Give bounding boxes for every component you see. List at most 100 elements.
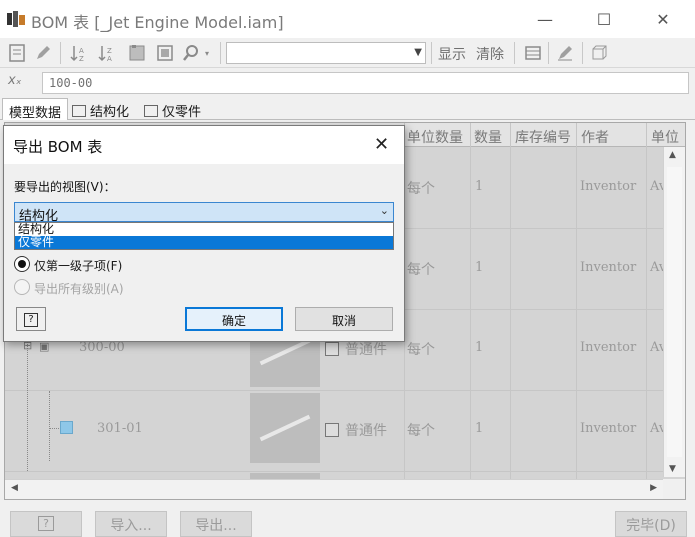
all-levels-label: 导出所有级别(A): [34, 282, 124, 296]
svg-text:Z: Z: [79, 55, 84, 62]
part-number-bar: xₓ 100-00: [0, 68, 695, 98]
svg-text:A: A: [79, 47, 84, 55]
scroll-left-icon[interactable]: ◀: [11, 483, 18, 493]
tab-parts-only[interactable]: 仅零件: [138, 98, 207, 120]
view-option-parts-only[interactable]: 仅零件: [15, 236, 393, 249]
columns-icon[interactable]: [126, 42, 148, 64]
window-title: BOM 表 [_Jet Engine Model.iam]: [31, 13, 284, 32]
toolbar-separator: [514, 42, 515, 64]
maximize-button[interactable]: ☐: [574, 0, 634, 38]
dialog-help-button[interactable]: ?: [16, 307, 46, 331]
view-dropdown-list: 结构化 仅零件: [14, 222, 394, 250]
item-number-cell: 300-00: [79, 340, 125, 355]
vertical-scrollbar[interactable]: ▲ ▼: [663, 147, 685, 477]
tree-line: [49, 391, 50, 461]
column-header[interactable]: 单位: [651, 127, 679, 147]
show-button[interactable]: 显示: [438, 44, 466, 64]
first-level-label: 仅第一级子项(F): [34, 259, 123, 273]
scroll-up-icon[interactable]: ▲: [669, 150, 676, 160]
unit-qty-cell: 每个: [407, 181, 435, 197]
column-header[interactable]: 作者: [581, 127, 609, 147]
parts-only-icon: [144, 105, 158, 117]
dialog-title-bar: 导出 BOM 表 ✕: [4, 126, 404, 164]
filter-combo[interactable]: ▼: [226, 42, 426, 64]
bom-type-cell: 普通件: [325, 339, 387, 359]
part-number-field[interactable]: 100-00: [42, 72, 689, 94]
column-divider: [510, 123, 511, 499]
qty-cell: 1: [475, 260, 484, 275]
tab-structured[interactable]: 结构化: [66, 98, 135, 120]
import-button[interactable]: 导入...: [95, 511, 167, 537]
first-level-radio[interactable]: [14, 256, 30, 272]
minimize-button[interactable]: —: [515, 0, 575, 38]
cancel-button[interactable]: 取消: [295, 307, 393, 331]
part-thumbnail: [250, 393, 320, 463]
clear-button[interactable]: 清除: [476, 44, 504, 64]
svg-text:A: A: [107, 55, 112, 62]
dialog-title: 导出 BOM 表: [13, 138, 103, 156]
close-icon[interactable]: ✕: [374, 134, 389, 155]
close-button[interactable]: ✕: [633, 0, 693, 38]
horizontal-scrollbar[interactable]: ◀ ▶: [5, 479, 663, 499]
part-icon: [60, 421, 73, 434]
column-header[interactable]: 库存编号: [515, 127, 571, 147]
done-button[interactable]: 完毕(D): [615, 511, 687, 537]
toolbar-separator: [220, 42, 221, 64]
ok-button[interactable]: 确定: [185, 307, 283, 331]
tab-label: 结构化: [90, 105, 130, 120]
help-icon: ?: [24, 313, 38, 327]
cube-icon[interactable]: [588, 42, 610, 64]
tree-line: [49, 428, 59, 429]
table-icon[interactable]: [522, 42, 544, 64]
view-option-structured[interactable]: 结构化: [15, 223, 393, 236]
export-icon[interactable]: [154, 42, 176, 64]
scroll-thumb[interactable]: [667, 167, 682, 457]
all-levels-radio[interactable]: [14, 279, 30, 295]
column-divider: [646, 123, 647, 499]
tab-label: 模型数据: [9, 106, 62, 121]
author-cell: Inventor: [580, 179, 637, 194]
help-button[interactable]: ?: [10, 511, 82, 537]
part-type-icon: [325, 342, 339, 356]
scroll-down-icon[interactable]: ▼: [669, 464, 676, 474]
svg-text:Z: Z: [107, 47, 112, 55]
unit-qty-cell: 每个: [407, 342, 435, 358]
expression-icon: xₓ: [8, 73, 22, 88]
bom-tabs: 模型数据 结构化 仅零件: [0, 98, 695, 121]
edit-properties-icon[interactable]: [554, 42, 576, 64]
scroll-right-icon[interactable]: ▶: [650, 483, 657, 493]
item-number-cell: 301-01: [97, 421, 143, 436]
qty-cell: 1: [475, 179, 484, 194]
toolbar-separator: [60, 42, 61, 64]
bom-icon[interactable]: [6, 42, 28, 64]
bom-app-icon: [7, 11, 25, 27]
shaft-preview: [259, 338, 311, 366]
help-icon: ?: [38, 516, 54, 531]
export-button[interactable]: 导出...: [180, 511, 252, 537]
qty-cell: 1: [475, 421, 484, 436]
edit-icon[interactable]: [32, 42, 54, 64]
sort-descending-icon[interactable]: ZA: [96, 42, 118, 64]
dropdown-arrow-icon[interactable]: ▾: [201, 42, 213, 64]
bom-window: BOM 表 [_Jet Engine Model.iam] — ☐ ✕ AZ Z…: [0, 0, 695, 537]
row-divider: [5, 471, 665, 472]
scrollbar-corner: [663, 479, 685, 499]
shaft-preview: [259, 414, 311, 442]
title-bar: BOM 表 [_Jet Engine Model.iam] — ☐ ✕: [0, 0, 695, 38]
author-cell: Inventor: [580, 340, 637, 355]
search-icon[interactable]: [180, 42, 202, 64]
sort-ascending-icon[interactable]: AZ: [68, 42, 90, 64]
tab-model-data[interactable]: 模型数据: [2, 98, 69, 121]
view-label: 要导出的视图(V)：: [14, 180, 116, 194]
unit-qty-cell: 每个: [407, 423, 435, 439]
column-header[interactable]: 数量: [474, 127, 502, 147]
tab-label: 仅零件: [162, 105, 202, 120]
unit-qty-cell: 每个: [407, 262, 435, 278]
chevron-down-icon: ⌄: [379, 204, 389, 217]
view-select[interactable]: 结构化 ⌄: [14, 202, 394, 224]
row-divider: [5, 390, 665, 391]
part-type-icon: [325, 423, 339, 437]
tree-line: [27, 331, 28, 471]
column-header[interactable]: 单位数量: [407, 127, 463, 147]
author-cell: Inventor: [580, 421, 637, 436]
